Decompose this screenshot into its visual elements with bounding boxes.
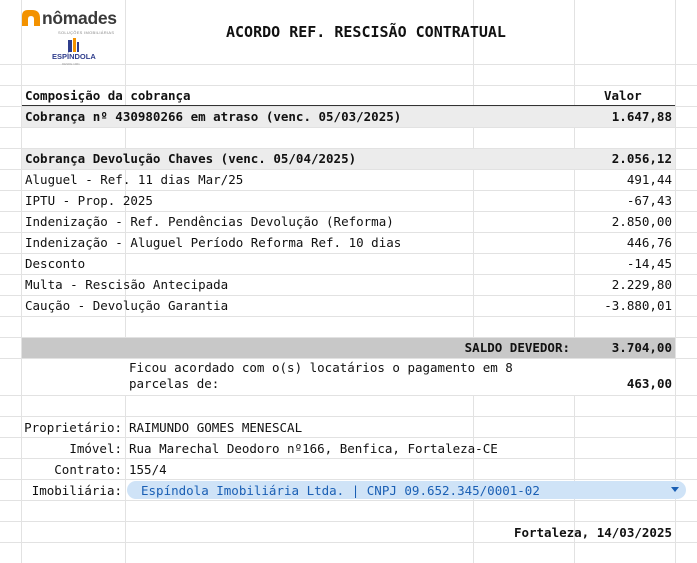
property-value: Rua Marechal Deodoro nº166, Benfica, For… [129,441,498,456]
owner-label: Proprietário: [24,420,122,435]
balance-value: 3.704,00 [611,340,672,355]
partner-tagline: DESDE 1961 [62,62,80,66]
installment-value: 463,00 [626,376,672,391]
item-value: -3.880,01 [604,298,672,313]
gridline [0,127,697,128]
agency-dropdown-value[interactable]: Espíndola Imobiliária Ltda. | CNPJ 09.65… [141,481,540,501]
agency-label: Imobiliária: [31,483,122,498]
group-value: 2.056,12 [611,151,672,166]
logo: nômades SOLUÇÕES IMOBILIÁRIAS ESPÍNDOLA … [22,8,128,66]
overdue-value: 1.647,88 [611,109,672,124]
overdue-label: Cobrança nº 430980266 em atraso (venc. 0… [25,109,402,124]
item-label: Indenização - Aluguel Período Reforma Re… [25,235,402,250]
brand-tagline: SOLUÇÕES IMOBILIÁRIAS [58,30,115,35]
partner-name: ESPÍNDOLA [52,52,96,61]
item-label: IPTU - Prop. 2025 [25,193,153,208]
contract-value: 155/4 [129,462,167,477]
place-date: Fortaleza, 14/03/2025 [513,525,672,540]
property-label: Imóvel: [69,441,122,456]
owner-value: RAIMUNDO GOMES MENESCAL [129,420,303,435]
nomades-n-icon [22,10,40,26]
gridline [0,316,697,317]
item-value: 2.229,80 [611,277,672,292]
item-value: 2.850,00 [611,214,672,229]
espindola-building-icon [68,38,79,52]
gridline [0,395,697,396]
balance-label: SALDO DEVEDOR: [464,340,570,355]
item-label: Desconto [25,256,86,271]
page-title: ACORDO REF. RESCISÃO CONTRATUAL [226,23,506,41]
header-rule [22,105,675,106]
agreement-text: parcelas de: [129,376,220,391]
item-label: Aluguel - Ref. 11 dias Mar/25 [25,172,244,187]
group-label: Cobrança Devolução Chaves (venc. 05/04/2… [25,151,357,166]
item-value: 491,44 [626,172,672,187]
column-header-composition: Composição da cobrança [25,88,191,103]
item-label: Multa - Rescisão Antecipada [25,277,229,292]
contract-label: Contrato: [54,462,122,477]
spreadsheet: nômades SOLUÇÕES IMOBILIÁRIAS ESPÍNDOLA … [0,0,697,563]
item-value: -67,43 [626,193,672,208]
gridline [0,521,697,522]
chevron-down-icon[interactable] [671,487,679,492]
item-label: Caução - Devolução Garantia [25,298,229,313]
item-value: 446,76 [626,235,672,250]
item-label: Indenização - Ref. Pendências Devolução … [25,214,394,229]
item-value: -14,45 [626,256,672,271]
column-header-value: Valor [604,88,642,103]
brand-name: nômades [42,8,117,28]
agreement-text: Ficou acordado com o(s) locatários o pag… [129,360,513,375]
gridline [0,64,697,65]
gridline [0,416,697,417]
